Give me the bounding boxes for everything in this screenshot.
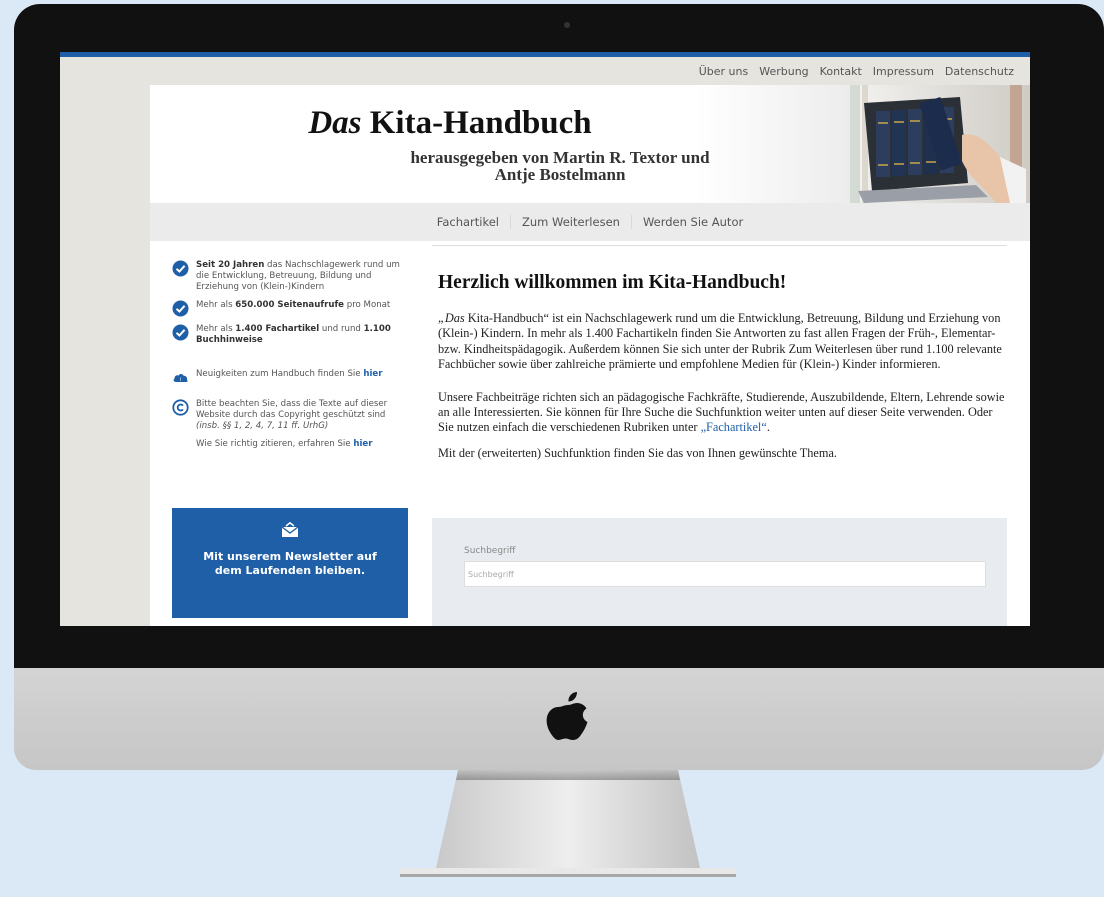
monitor-stand bbox=[400, 770, 736, 877]
svg-text:i: i bbox=[180, 377, 181, 383]
newsletter-text: Mit unserem Newsletter auf dem Laufenden… bbox=[182, 550, 398, 578]
copyright-text: Bitte beachten Sie, dass die Texte auf d… bbox=[196, 399, 388, 420]
sidebar-item-articles: Mehr als 1.400 Fachartikel und rund 1.10… bbox=[172, 324, 408, 346]
subtitle-line-2: Antje Bostelmann bbox=[494, 165, 626, 184]
articles-bold: 1.400 Fachartikel bbox=[235, 324, 320, 334]
site-title-em: Das bbox=[308, 105, 362, 141]
sidebar-item-pageviews-text: Mehr als 650.000 Seitenaufrufe pro Monat bbox=[196, 300, 390, 317]
pageviews-pre: Mehr als bbox=[196, 300, 236, 310]
topnav-impressum[interactable]: Impressum bbox=[873, 65, 934, 78]
copyright-ref: (insb. §§ 1, 2, 4, 7, 11 ff. UrhG) bbox=[196, 421, 329, 431]
cite-text: Wie Sie richtig zitieren, erfahren Sie bbox=[196, 439, 354, 449]
newsletter-box[interactable]: Mit unserem Newsletter auf dem Laufenden… bbox=[172, 508, 408, 618]
newsletter-line-2: dem Laufenden bleiben. bbox=[214, 564, 366, 577]
articles-mid: und rund bbox=[319, 324, 364, 334]
sidebar-item-years: Seit 20 Jahren das Nachschlagewerk rund … bbox=[172, 260, 408, 293]
content-divider bbox=[432, 245, 1007, 246]
search-input[interactable] bbox=[464, 561, 986, 587]
main-content: Herzlich willkommen im Kita-Handbuch! „D… bbox=[432, 243, 1007, 626]
fachartikel-link[interactable]: „Fachartikel“ bbox=[701, 420, 767, 434]
top-navigation: Über uns Werbung Kontakt Impressum Daten… bbox=[699, 65, 1014, 78]
browser-screen: Über uns Werbung Kontakt Impressum Daten… bbox=[60, 52, 1030, 626]
search-hint-paragraph: Mit der (erweiterten) Suchfunktion finde… bbox=[438, 445, 837, 460]
site-header: Das Kita-Handbuch herausgegeben von Mart… bbox=[150, 85, 1030, 203]
sidebar-item-years-text: Seit 20 Jahren das Nachschlagewerk rund … bbox=[196, 260, 408, 293]
topnav-werbung[interactable]: Werbung bbox=[759, 65, 808, 78]
page-container: Das Kita-Handbuch herausgegeben von Mart… bbox=[150, 85, 1030, 626]
sidebar-item-copyright-text: Bitte beachten Sie, dass die Texte auf d… bbox=[196, 399, 408, 432]
top-accent-bar bbox=[60, 52, 1030, 57]
page-title: Herzlich willkommen im Kita-Handbuch! bbox=[438, 272, 787, 293]
topnav-kontakt[interactable]: Kontakt bbox=[820, 65, 862, 78]
audience-paragraph: Unsere Fachbeiträge richten sich an päda… bbox=[438, 390, 1007, 436]
site-title[interactable]: Das Kita-Handbuch bbox=[150, 105, 750, 142]
years-bold: Seit 20 Jahren bbox=[196, 260, 265, 270]
camera-icon bbox=[564, 22, 570, 28]
nav-zum-weiterlesen[interactable]: Zum Weiterlesen bbox=[511, 215, 632, 229]
topnav-ueber-uns[interactable]: Über uns bbox=[699, 65, 749, 78]
header-books-laptop-image bbox=[850, 85, 1030, 203]
news-text: Neuigkeiten zum Handbuch finden Sie bbox=[196, 369, 364, 379]
sidebar-item-copyright: Bitte beachten Sie, dass die Texte auf d… bbox=[172, 399, 408, 432]
envelope-icon bbox=[281, 522, 299, 537]
check-circle-icon bbox=[172, 300, 189, 317]
topnav-datenschutz[interactable]: Datenschutz bbox=[945, 65, 1014, 78]
sidebar-cite: Wie Sie richtig zitieren, erfahren Sie h… bbox=[196, 439, 408, 449]
intro-em: „Das bbox=[438, 311, 465, 325]
copyright-icon bbox=[172, 399, 189, 416]
site-title-rest: Kita-Handbuch bbox=[361, 105, 592, 141]
subtitle-line-1: herausgegeben von Martin R. Textor und bbox=[410, 148, 710, 167]
articles-pre: Mehr als bbox=[196, 324, 236, 334]
intro-paragraph: „Das Kita-Handbuch“ ist ein Nachschlagew… bbox=[438, 311, 1007, 373]
newsletter-line-1: Mit unserem Newsletter auf bbox=[203, 550, 377, 563]
sidebar-item-pageviews: Mehr als 650.000 Seitenaufrufe pro Monat bbox=[172, 300, 408, 317]
pageviews-bold: 650.000 Seitenaufrufe bbox=[235, 300, 345, 310]
check-circle-icon bbox=[172, 324, 189, 341]
sidebar-item-news: i Neuigkeiten zum Handbuch finden Sie hi… bbox=[172, 369, 408, 386]
news-here-link[interactable]: hier bbox=[363, 369, 382, 379]
check-circle-icon bbox=[172, 260, 189, 277]
cite-here-link[interactable]: hier bbox=[353, 439, 372, 449]
cloud-icon: i bbox=[173, 374, 188, 383]
main-navigation: Fachartikel Zum Weiterlesen Werden Sie A… bbox=[150, 203, 1030, 241]
site-subtitle: herausgegeben von Martin R. Textor und A… bbox=[370, 149, 750, 183]
intro-text: Kita-Handbuch“ ist ein Nachschlagewerk r… bbox=[438, 311, 1002, 372]
sidebar-item-news-text: Neuigkeiten zum Handbuch finden Sie hier bbox=[196, 369, 382, 386]
sidebar-item-articles-text: Mehr als 1.400 Fachartikel und rund 1.10… bbox=[196, 324, 408, 346]
search-panel: Suchbegriff bbox=[432, 518, 1007, 626]
apple-logo-icon bbox=[546, 692, 588, 740]
pageviews-post: pro Monat bbox=[344, 300, 391, 310]
nav-fachartikel[interactable]: Fachartikel bbox=[426, 215, 511, 229]
nav-werden-sie-autor[interactable]: Werden Sie Autor bbox=[632, 215, 754, 229]
audience-end: . bbox=[766, 420, 770, 435]
search-label: Suchbegriff bbox=[464, 546, 516, 556]
sidebar: Seit 20 Jahren das Nachschlagewerk rund … bbox=[172, 260, 408, 449]
